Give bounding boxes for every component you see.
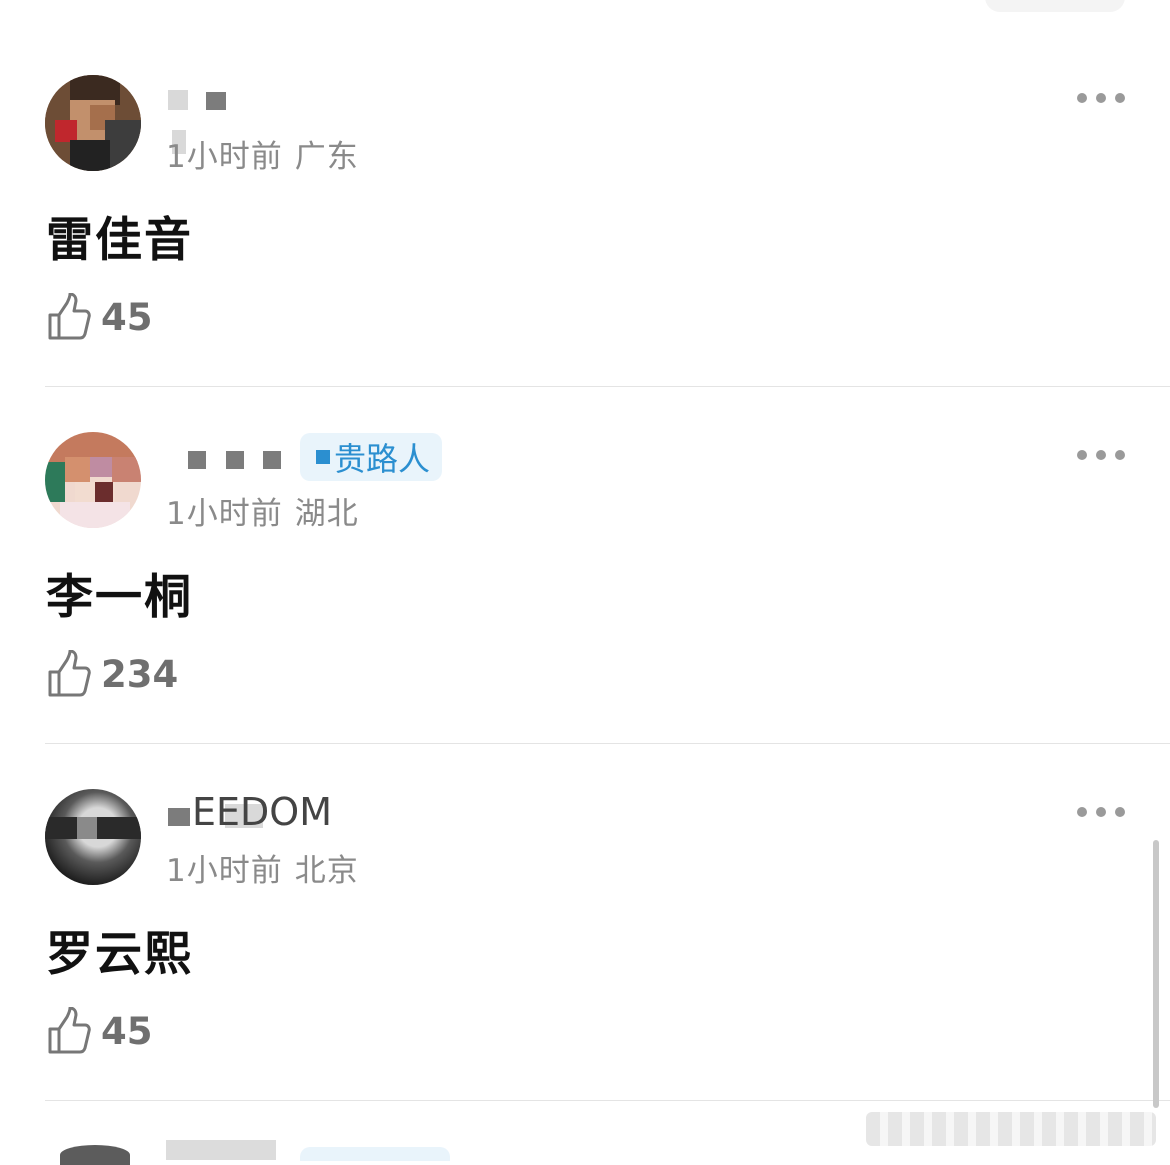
- comment-time: 1小时前: [166, 496, 283, 532]
- comment-time: 1小时前: [166, 139, 283, 175]
- like-button[interactable]: 45: [47, 292, 153, 342]
- badge-label: 贵路人: [334, 440, 431, 478]
- comment-item: 贵路人 1小时前 湖北 李一桐 234: [0, 357, 1170, 744]
- like-button[interactable]: 45: [47, 1006, 153, 1056]
- like-count: 234: [101, 652, 179, 696]
- comment-content: 罗云熙: [46, 927, 193, 982]
- like-button[interactable]: 234: [47, 649, 178, 699]
- thumbs-up-icon: [48, 1007, 91, 1054]
- more-dots-icon[interactable]: [1077, 446, 1125, 464]
- comment-meta: 1小时前 北京: [166, 845, 359, 890]
- scrollbar[interactable]: [1153, 840, 1159, 1108]
- badge-icon: [316, 450, 330, 464]
- comment-meta: 1小时前 湖北: [166, 488, 359, 533]
- thumbs-up-icon: [48, 293, 91, 340]
- comment-item: 1小时前 广东 雷佳音 45: [0, 0, 1170, 387]
- comment-location: 广东: [294, 139, 359, 175]
- thumbs-up-icon: [48, 650, 91, 697]
- comment-content: 雷佳音: [46, 213, 193, 268]
- username[interactable]: EEDOM: [192, 790, 332, 834]
- comment-time: 1小时前: [166, 853, 283, 889]
- avatar[interactable]: [45, 789, 141, 885]
- user-badge: [300, 1147, 450, 1161]
- comment-meta: 1小时前 广东: [166, 131, 359, 176]
- more-dots-icon[interactable]: [1077, 803, 1125, 821]
- comment-location: 湖北: [294, 496, 359, 532]
- like-count: 45: [101, 1009, 153, 1053]
- comment-content: 李一桐: [46, 570, 193, 625]
- divider: [45, 1100, 1170, 1101]
- avatar[interactable]: [60, 1145, 130, 1165]
- avatar[interactable]: [45, 432, 141, 528]
- username[interactable]: [166, 1140, 276, 1160]
- like-count: 45: [101, 295, 153, 339]
- more-dots-icon[interactable]: [1077, 89, 1125, 107]
- watermark: [866, 1112, 1156, 1146]
- comment-item: EEDOM 1小时前 北京 罗云熙 45: [0, 714, 1170, 1101]
- comment-location: 北京: [294, 853, 359, 889]
- avatar[interactable]: [45, 75, 141, 171]
- user-badge: 贵路人: [300, 433, 443, 481]
